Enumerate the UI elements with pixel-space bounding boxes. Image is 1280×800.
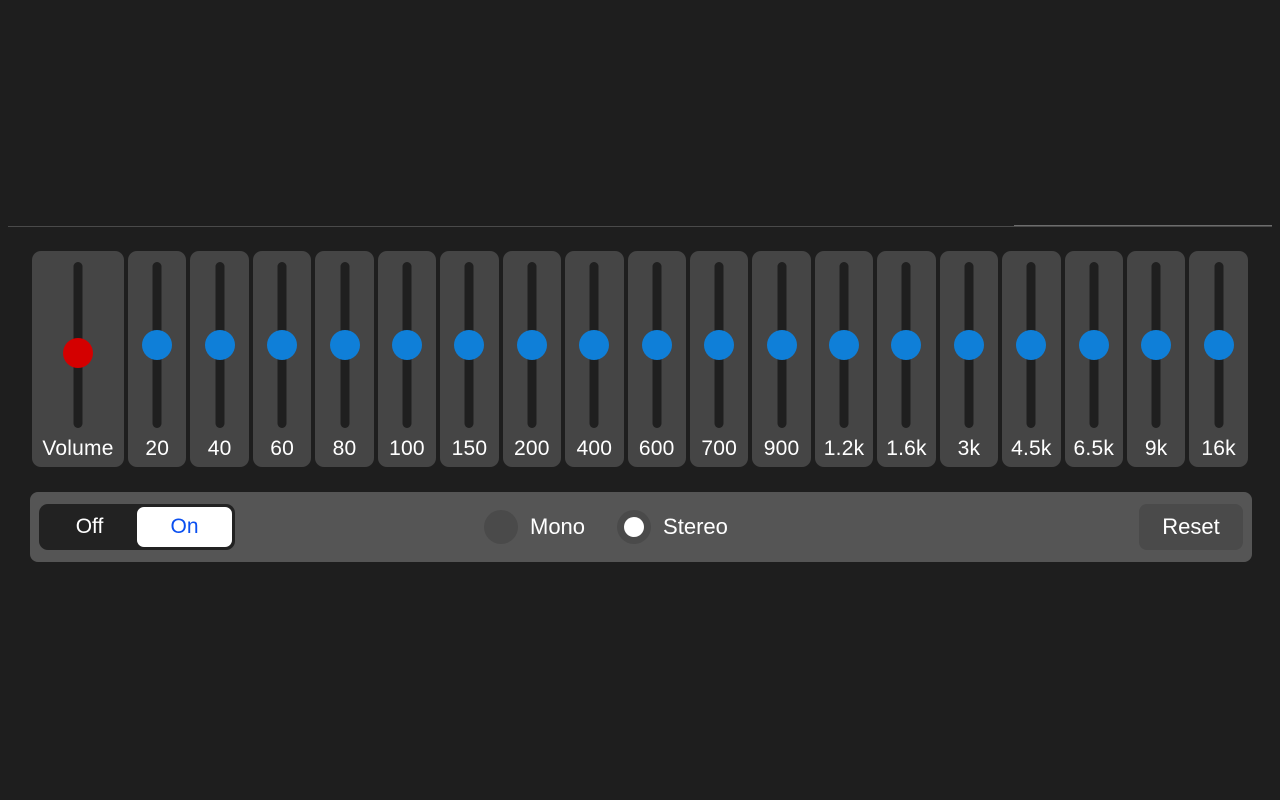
band-slider-100[interactable] (378, 262, 436, 428)
band-slider-thumb[interactable] (891, 330, 922, 360)
band-slider-label: 80 (332, 437, 357, 460)
slider-column-band-80[interactable]: 80 (315, 251, 374, 467)
band-slider-thumb[interactable] (953, 330, 984, 360)
band-slider-thumb[interactable] (829, 330, 860, 360)
top-empty-area (0, 0, 1280, 226)
band-slider-thumb[interactable] (391, 330, 422, 360)
channel-radio-group: Mono Stereo (484, 510, 728, 544)
slider-column-band-16k[interactable]: 16k (1189, 251, 1248, 467)
channel-label-mono: Mono (530, 514, 586, 539)
radio-mono-icon[interactable] (484, 510, 518, 544)
slider-column-band-700[interactable]: 700 (689, 251, 749, 467)
band-slider-16k[interactable] (1189, 262, 1247, 428)
radio-mono-inner-dot (491, 517, 511, 537)
band-slider-thumb[interactable] (329, 330, 360, 360)
band-slider-label: 4.5k (1011, 437, 1052, 460)
band-slider-thumb[interactable] (641, 330, 672, 360)
slider-column-band-40[interactable]: 40 (190, 251, 249, 467)
band-slider-thumb[interactable] (142, 330, 173, 360)
slider-column-band-100[interactable]: 100 (377, 251, 437, 467)
band-slider-label: 60 (270, 437, 294, 460)
band-slider-9k[interactable] (1127, 262, 1185, 428)
slider-column-band-200[interactable]: 200 (502, 251, 562, 467)
band-slider-label: 16k (1201, 437, 1236, 460)
band-slider-700[interactable] (690, 262, 748, 428)
volume-slider-label: Volume (42, 437, 114, 460)
band-slider-label: 40 (207, 437, 232, 460)
band-slider-thumb[interactable] (1016, 330, 1047, 360)
band-slider-1.2k[interactable] (815, 262, 873, 428)
channel-option-stereo[interactable]: Stereo (617, 510, 728, 544)
band-slider-thumb[interactable] (204, 330, 235, 360)
slider-column-band-3k[interactable]: 3k (939, 251, 999, 467)
radio-stereo-inner-dot (624, 517, 645, 537)
volume-slider[interactable] (32, 262, 124, 428)
band-slider-label: 9k (1144, 437, 1168, 460)
slider-column-band-150[interactable]: 150 (440, 251, 499, 467)
band-slider-80[interactable] (315, 262, 373, 428)
band-slider-thumb[interactable] (1203, 330, 1234, 360)
band-slider-label: 700 (701, 437, 737, 460)
bottom-empty-area (0, 572, 1280, 800)
band-slider-6.5k[interactable] (1065, 262, 1123, 428)
equalizer-window: Volume 20 40 60 80 100 150 200 400 600 700 900 1.2k 1… (0, 0, 1280, 800)
band-slider-label: 200 (514, 437, 550, 460)
slider-column-band-20[interactable]: 20 (128, 251, 187, 467)
equalizer-slider-row: Volume 20 40 60 80 100 150 200 400 600 700 900 1.2k 1… (32, 251, 1248, 467)
slider-column-band-900[interactable]: 900 (752, 251, 811, 467)
slider-column-band-1.6k[interactable]: 1.6k (877, 251, 936, 467)
slider-column-band-6.5k[interactable]: 6.5k (1064, 251, 1123, 467)
slider-column-band-60[interactable]: 60 (252, 251, 312, 467)
slider-column-band-1.2k[interactable]: 1.2k (814, 251, 874, 467)
band-slider-label: 3k (957, 437, 981, 460)
band-slider-label: 600 (638, 437, 675, 460)
band-slider-4.5k[interactable] (1002, 262, 1060, 428)
band-slider-label: 100 (389, 437, 425, 460)
slider-column-volume[interactable]: Volume (32, 251, 124, 467)
slider-column-band-4.5k[interactable]: 4.5k (1002, 251, 1061, 467)
band-slider-400[interactable] (565, 262, 623, 428)
band-slider-20[interactable] (128, 262, 186, 428)
band-slider-200[interactable] (503, 262, 561, 428)
slider-column-band-400[interactable]: 400 (565, 251, 624, 467)
panel-divider-highlight (1014, 225, 1272, 226)
band-slider-thumb[interactable] (454, 330, 485, 360)
band-slider-thumb[interactable] (267, 330, 298, 360)
band-slider-label: 400 (576, 437, 613, 460)
band-slider-thumb[interactable] (766, 330, 797, 360)
volume-slider-thumb[interactable] (63, 338, 93, 369)
channel-label-stereo: Stereo (663, 514, 728, 539)
band-slider-label: 1.2k (823, 437, 865, 460)
band-slider-150[interactable] (440, 262, 498, 428)
band-slider-label: 150 (451, 437, 488, 460)
band-slider-40[interactable] (190, 262, 248, 428)
panel-divider (8, 226, 1272, 227)
power-option-on[interactable]: On (137, 507, 232, 547)
reset-button[interactable]: Reset (1139, 504, 1243, 550)
slider-column-band-9k[interactable]: 9k (1127, 251, 1186, 467)
power-segmented-control[interactable]: Off On (39, 504, 235, 550)
band-slider-thumb[interactable] (516, 330, 547, 360)
band-slider-60[interactable] (253, 262, 311, 428)
radio-stereo-icon[interactable] (617, 510, 652, 544)
band-slider-thumb[interactable] (1078, 330, 1109, 360)
band-slider-thumb[interactable] (1141, 330, 1172, 360)
channel-option-mono[interactable]: Mono (484, 510, 585, 544)
band-slider-label: 20 (145, 437, 170, 460)
band-slider-3k[interactable] (940, 262, 998, 428)
power-option-off[interactable]: Off (42, 507, 137, 547)
control-bar: Off On Mono Stereo Reset (30, 492, 1252, 562)
band-slider-label: 900 (763, 437, 800, 460)
band-slider-900[interactable] (752, 262, 810, 428)
band-slider-label: 1.6k (886, 437, 927, 460)
band-slider-thumb[interactable] (704, 330, 735, 360)
band-slider-1.6k[interactable] (877, 262, 935, 428)
band-slider-600[interactable] (628, 262, 686, 428)
slider-column-band-600[interactable]: 600 (627, 251, 686, 467)
band-slider-label: 6.5k (1073, 437, 1115, 460)
band-slider-thumb[interactable] (579, 330, 610, 360)
